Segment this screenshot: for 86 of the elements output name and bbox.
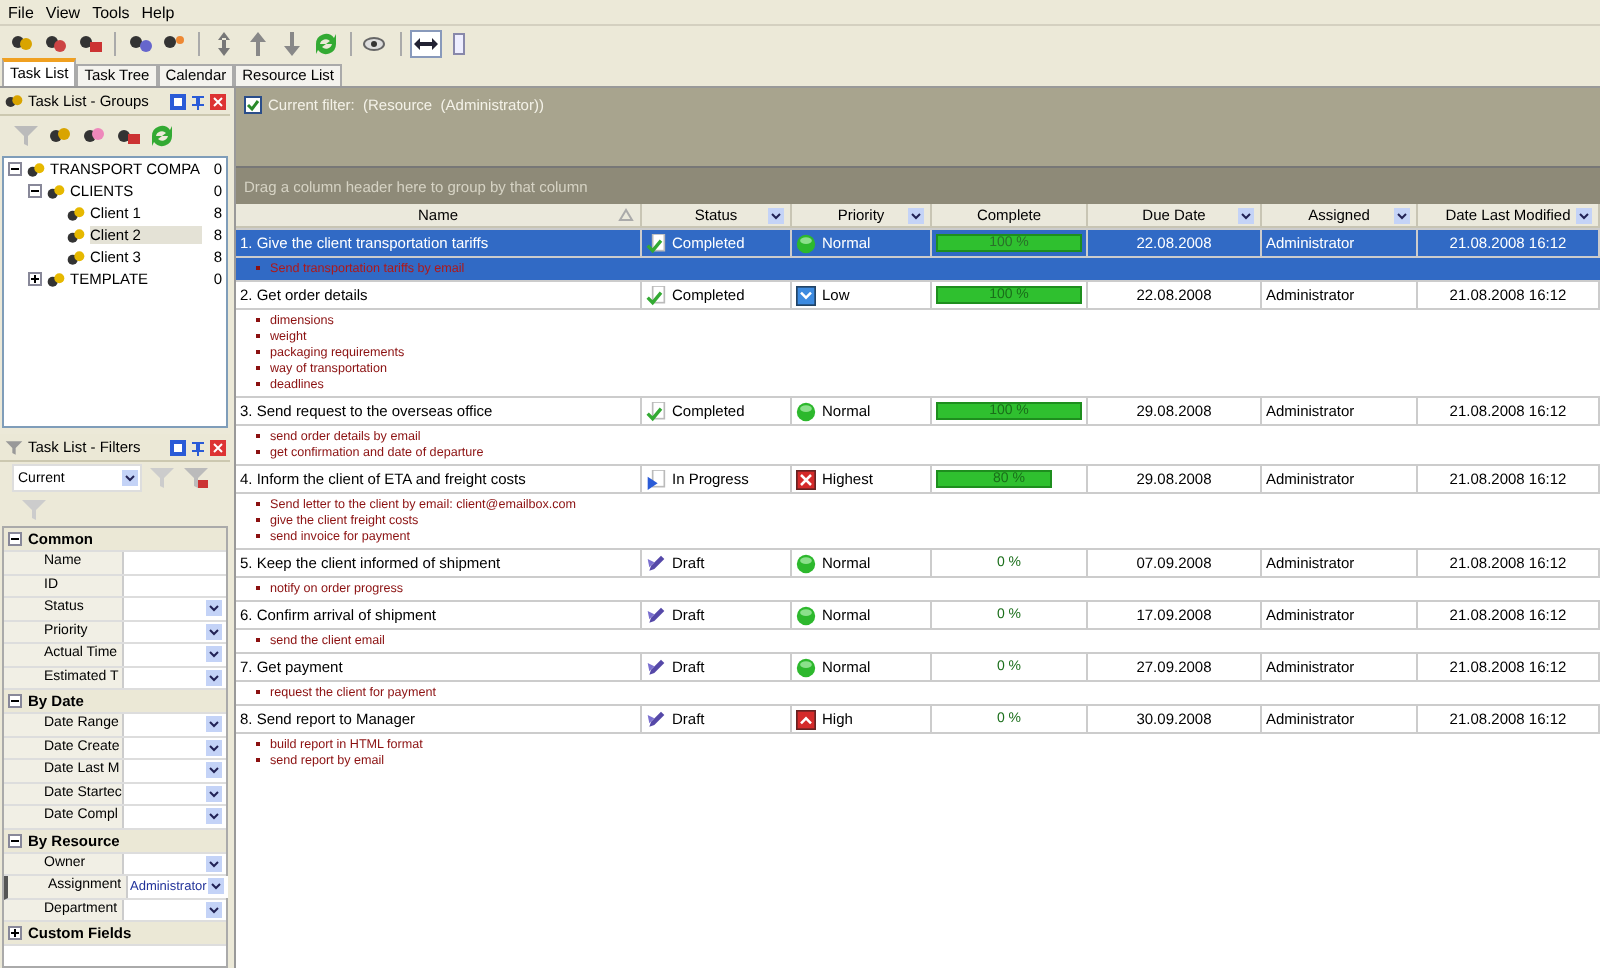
down-chevron-icon bbox=[796, 285, 816, 305]
dropdown-icon[interactable] bbox=[206, 716, 222, 733]
close-icon[interactable] bbox=[210, 93, 226, 109]
menu-item[interactable]: Tools bbox=[92, 3, 130, 21]
pin-icon[interactable] bbox=[190, 439, 206, 455]
pin-icon[interactable] bbox=[190, 93, 206, 109]
people-icon[interactable] bbox=[46, 124, 74, 148]
people-icon bbox=[46, 181, 66, 201]
dropdown-icon[interactable] bbox=[206, 623, 222, 640]
dropdown-icon[interactable] bbox=[908, 207, 924, 223]
column-width-icon[interactable] bbox=[412, 32, 440, 56]
dropdown-icon[interactable] bbox=[206, 901, 222, 918]
field-value[interactable] bbox=[124, 760, 226, 781]
eye-icon[interactable] bbox=[362, 32, 390, 56]
expander-icon[interactable] bbox=[28, 272, 42, 286]
cross-icon bbox=[796, 469, 816, 489]
circle-icon bbox=[796, 553, 816, 573]
circle-icon bbox=[796, 401, 816, 421]
dropdown-icon[interactable] bbox=[1238, 207, 1254, 223]
people-icon[interactable] bbox=[114, 124, 142, 148]
menu-item[interactable]: View bbox=[45, 3, 81, 21]
expander-icon[interactable] bbox=[8, 833, 22, 847]
restore-icon[interactable] bbox=[170, 439, 186, 455]
field-value[interactable] bbox=[124, 806, 226, 827]
close-icon[interactable] bbox=[210, 439, 226, 455]
up-arrow-icon[interactable] bbox=[244, 32, 272, 56]
people-icon[interactable] bbox=[76, 32, 104, 56]
dropdown-icon[interactable] bbox=[206, 785, 222, 802]
expander-icon[interactable] bbox=[8, 162, 22, 176]
dropdown-icon[interactable] bbox=[206, 669, 222, 686]
check-icon bbox=[646, 401, 666, 421]
sort-icon bbox=[618, 207, 634, 223]
menu-item[interactable]: File bbox=[8, 3, 34, 21]
people-icon bbox=[4, 91, 24, 111]
check-icon bbox=[646, 285, 666, 305]
field-value[interactable] bbox=[124, 667, 226, 688]
dropdown-icon[interactable] bbox=[208, 878, 225, 895]
dropdown-icon[interactable] bbox=[206, 762, 222, 779]
dropdown-icon[interactable] bbox=[1576, 207, 1592, 223]
expander-icon[interactable] bbox=[8, 532, 22, 546]
check-icon bbox=[646, 233, 666, 253]
field-value[interactable] bbox=[124, 714, 226, 735]
dropdown-icon bbox=[122, 470, 138, 486]
menu-item[interactable]: Help bbox=[141, 3, 175, 21]
play-icon bbox=[646, 469, 666, 489]
dropdown-icon[interactable] bbox=[1394, 207, 1410, 223]
field-value[interactable] bbox=[124, 598, 226, 619]
people-icon bbox=[66, 203, 86, 223]
pencil-icon bbox=[646, 553, 666, 573]
dropdown-icon[interactable] bbox=[768, 207, 784, 223]
pencil-icon bbox=[646, 657, 666, 677]
pencil-icon bbox=[646, 709, 666, 729]
funnel-icon[interactable] bbox=[182, 466, 210, 490]
people-icon[interactable] bbox=[126, 32, 154, 56]
field-value[interactable] bbox=[124, 737, 226, 758]
dropdown-icon[interactable] bbox=[206, 739, 222, 756]
field-value[interactable] bbox=[124, 644, 226, 665]
down-arrow-icon[interactable] bbox=[278, 32, 306, 56]
people-icon bbox=[66, 247, 86, 267]
circle-icon bbox=[796, 657, 816, 677]
checkbox[interactable] bbox=[244, 96, 262, 114]
circle-icon bbox=[796, 233, 816, 253]
dropdown-icon[interactable] bbox=[206, 808, 222, 825]
people-icon[interactable] bbox=[42, 32, 70, 56]
people-icon bbox=[66, 225, 86, 245]
people-icon[interactable] bbox=[80, 124, 108, 148]
field-value[interactable] bbox=[124, 853, 226, 874]
dropdown-icon[interactable] bbox=[206, 600, 222, 617]
field-value[interactable] bbox=[124, 621, 226, 642]
restore-icon[interactable] bbox=[170, 93, 186, 109]
field-value[interactable] bbox=[124, 899, 226, 920]
dropdown-icon[interactable] bbox=[206, 855, 222, 872]
expander-icon[interactable] bbox=[28, 184, 42, 198]
circle-icon bbox=[796, 605, 816, 625]
people-icon[interactable] bbox=[8, 32, 36, 56]
people-icon bbox=[26, 159, 46, 179]
expander-icon[interactable] bbox=[8, 926, 22, 940]
expander-icon[interactable] bbox=[8, 694, 22, 708]
up-chevron-icon bbox=[796, 709, 816, 729]
people-icon bbox=[46, 269, 66, 289]
field-value[interactable] bbox=[124, 575, 226, 596]
field-value[interactable] bbox=[124, 552, 226, 573]
funnel-icon bbox=[4, 437, 24, 457]
pencil-icon bbox=[646, 605, 666, 625]
field-value[interactable] bbox=[124, 783, 226, 804]
dropdown-icon[interactable] bbox=[206, 646, 222, 663]
